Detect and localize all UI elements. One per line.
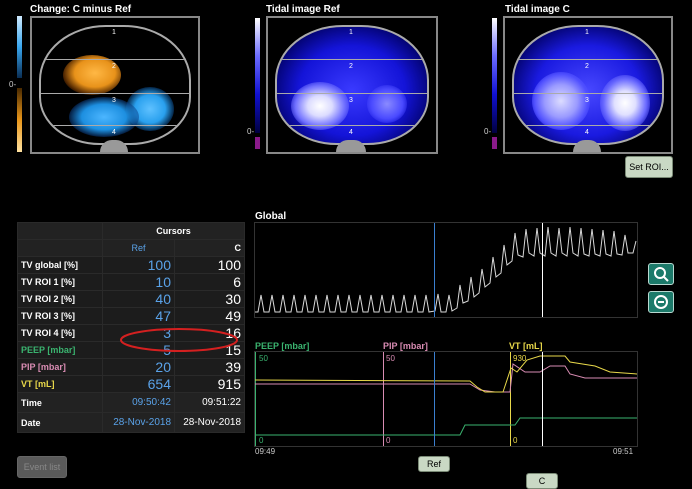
- zoom-out-button[interactable]: [648, 291, 674, 313]
- cursors-header: Cursors: [102, 222, 245, 240]
- date-row: Date 28-Nov-2018 28-Nov-2018: [17, 412, 245, 433]
- table-row: TV ROI 1 [%] 10 6: [17, 273, 245, 291]
- peep-trend-label: PEEP [mbar]: [255, 341, 310, 351]
- vt-trend-label: VT [mL]: [509, 341, 543, 351]
- zoom-in-button[interactable]: [648, 263, 674, 285]
- highlight-ellipse: [120, 328, 238, 352]
- table-row: TV global [%] 100 100: [17, 256, 245, 274]
- c-cursor-button[interactable]: C: [526, 473, 558, 489]
- c-cursor-global[interactable]: [542, 223, 543, 317]
- trend-time-end: 09:51: [613, 447, 634, 456]
- trend-chart[interactable]: 50 0 50 0 930 0: [254, 351, 638, 447]
- tidal-c-thorax-image[interactable]: 1 2 3 4: [503, 16, 673, 154]
- magnifier-icon: [654, 267, 669, 282]
- tidal-c-title: Tidal image C: [505, 4, 570, 15]
- vt-trend-line: [255, 355, 637, 393]
- change-image-title: Change: C minus Ref: [30, 4, 132, 15]
- table-row: VT [mL] 654 915: [17, 375, 245, 393]
- pip-trend-line: [255, 363, 637, 393]
- peep-trend-line: [255, 417, 637, 436]
- change-zero-label: 0-: [9, 80, 17, 89]
- pip-trend-label: PIP [mbar]: [383, 341, 428, 351]
- global-chart[interactable]: [254, 222, 638, 318]
- ref-cursor-trend[interactable]: [434, 352, 435, 446]
- table-row: PIP [mbar] 20 39: [17, 358, 245, 376]
- ref-cursor-global[interactable]: [434, 223, 435, 317]
- event-list-button[interactable]: Event list: [17, 456, 67, 478]
- tidal-ref-zero-label: 0-: [247, 127, 255, 136]
- zoom-out-icon: [654, 295, 668, 309]
- tidal-ref-title: Tidal image Ref: [266, 4, 340, 15]
- c-column-header: C: [174, 239, 245, 257]
- tidal-ref-thorax-image[interactable]: 1 2 3 4: [266, 16, 438, 154]
- global-impedance-waveform: [255, 226, 637, 313]
- ref-cursor-button[interactable]: Ref: [418, 456, 450, 472]
- global-chart-title: Global: [255, 211, 287, 222]
- trend-time-start: 09:49: [255, 447, 276, 456]
- table-row: TV ROI 3 [%] 47 49: [17, 307, 245, 325]
- ref-column-header: Ref: [102, 239, 175, 257]
- c-cursor-trend[interactable]: [542, 352, 543, 446]
- table-row: TV ROI 2 [%] 40 30: [17, 290, 245, 308]
- tidal-c-zero-label: 0-: [484, 127, 492, 136]
- change-thorax-image[interactable]: 1 2 3 4: [30, 16, 200, 154]
- time-row: Time 09:50:42 09:51:22: [17, 392, 245, 413]
- set-roi-button[interactable]: Set ROI...: [625, 156, 673, 178]
